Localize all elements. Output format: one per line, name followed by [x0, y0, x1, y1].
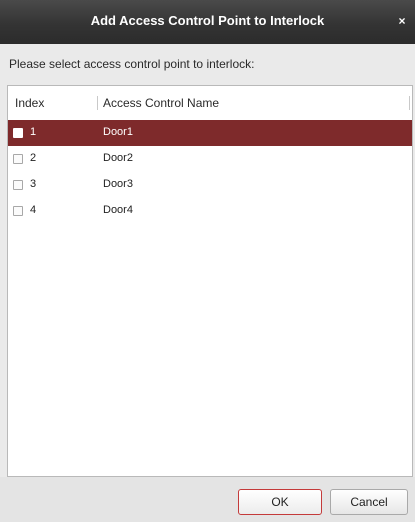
- table-row[interactable]: 3 Door3: [8, 172, 412, 198]
- dialog-title: Add Access Control Point to Interlock: [90, 13, 325, 28]
- row-checkbox[interactable]: [13, 154, 23, 164]
- table-row[interactable]: 2 Door2: [8, 146, 412, 172]
- instruction-text: Please select access control point to in…: [9, 57, 255, 71]
- row-index: 3: [30, 178, 37, 190]
- interlock-dialog: Add Access Control Point to Interlock × …: [0, 0, 415, 522]
- column-separator[interactable]: [409, 96, 410, 110]
- column-header-name[interactable]: Access Control Name: [103, 96, 219, 110]
- row-index: 4: [30, 204, 37, 216]
- row-index: 1: [30, 126, 37, 138]
- dialog-footer: OK Cancel: [0, 477, 415, 522]
- cancel-button[interactable]: Cancel: [330, 489, 408, 515]
- row-name: Door4: [103, 204, 133, 216]
- row-name: Door3: [103, 178, 133, 190]
- row-checkbox[interactable]: [13, 128, 23, 138]
- table-row[interactable]: 1 Door1: [8, 120, 412, 146]
- column-separator[interactable]: [97, 96, 98, 110]
- dialog-titlebar[interactable]: Add Access Control Point to Interlock ×: [0, 0, 415, 44]
- column-header-index[interactable]: Index: [15, 96, 44, 110]
- ok-button[interactable]: OK: [238, 489, 322, 515]
- row-checkbox[interactable]: [13, 206, 23, 216]
- list-header: Index Access Control Name: [8, 86, 412, 118]
- access-point-list: Index Access Control Name 1 Door1 2 Door…: [7, 85, 413, 477]
- row-name: Door2: [103, 152, 133, 164]
- row-index: 2: [30, 152, 37, 164]
- row-name: Door1: [103, 126, 133, 138]
- table-row[interactable]: 4 Door4: [8, 198, 412, 224]
- close-icon[interactable]: ×: [395, 14, 409, 28]
- row-checkbox[interactable]: [13, 180, 23, 190]
